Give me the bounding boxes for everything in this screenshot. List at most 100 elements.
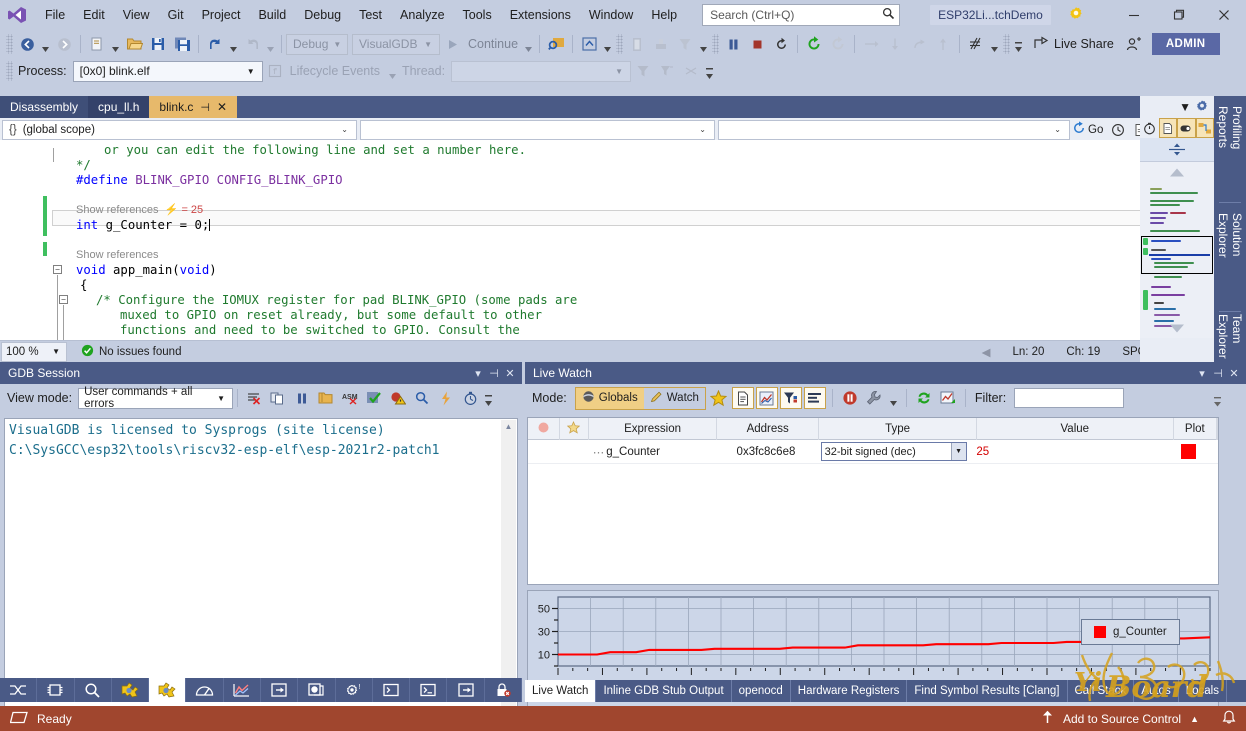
close-icon[interactable]: ✕ xyxy=(1226,364,1242,382)
attach-process-icon[interactable] xyxy=(544,32,568,56)
terminal2-icon[interactable] xyxy=(410,678,448,702)
minimap-splitter[interactable] xyxy=(1140,138,1214,162)
live-share-button[interactable]: Live Share xyxy=(1025,35,1122,53)
type-dropdown[interactable]: 32-bit signed (dec) ▼ xyxy=(820,442,967,461)
gear-icon[interactable] xyxy=(1195,99,1214,116)
scope-dropdown[interactable]: {} (global scope) ⌄ xyxy=(2,119,357,140)
column-expression[interactable]: Expression xyxy=(589,418,718,440)
asm-icon[interactable]: ASM xyxy=(338,386,362,410)
menu-item-git[interactable]: Git xyxy=(159,2,193,28)
scroll-up-icon[interactable]: ▲ xyxy=(501,420,516,431)
chevron-up-icon[interactable]: ▲ xyxy=(1190,714,1199,724)
toolbar-grip[interactable] xyxy=(712,34,720,54)
admin-badge[interactable]: ADMIN xyxy=(1151,33,1220,55)
profiler-icon[interactable] xyxy=(186,678,224,702)
lightning-icon[interactable] xyxy=(434,386,458,410)
column-plot[interactable]: Plot xyxy=(1174,418,1217,440)
save-icon[interactable] xyxy=(146,32,170,56)
chevron-down-icon[interactable]: ▾ xyxy=(1194,364,1210,382)
mode-globals-button[interactable]: Globals xyxy=(575,387,644,409)
bottom-tab-find-symbol-results[interactable]: Find Symbol Results [Clang] xyxy=(907,680,1068,702)
history-icon[interactable] xyxy=(1107,119,1129,140)
toolbar-overflow-icon[interactable] xyxy=(482,386,495,410)
close-icon[interactable]: ✕ xyxy=(217,100,227,114)
row-type-cell[interactable]: 32-bit signed (dec) ▼ xyxy=(817,440,973,464)
open-file-icon[interactable] xyxy=(122,32,146,56)
continue-dropdown-icon[interactable] xyxy=(522,32,535,56)
exit-icon[interactable] xyxy=(447,678,485,702)
editor-tab-blink-c[interactable]: blink.c ⊣ ✕ xyxy=(149,96,238,118)
toolbar-grip[interactable] xyxy=(1003,34,1011,54)
restore-icon[interactable] xyxy=(1156,0,1201,30)
dock-tab-profiling-reports[interactable]: Profiling Reports xyxy=(1214,96,1246,202)
extra-dropdown[interactable]: ⌄ xyxy=(718,119,1070,140)
menu-item-test[interactable]: Test xyxy=(350,2,391,28)
dock-tab-solution-explorer[interactable]: Solution Explorer xyxy=(1214,203,1246,311)
menu-item-tools[interactable]: Tools xyxy=(454,2,501,28)
shuffle-icon[interactable] xyxy=(0,678,38,702)
page-icon[interactable] xyxy=(1158,118,1177,138)
terminal-icon[interactable] xyxy=(373,678,411,702)
member-dropdown[interactable]: ⌄ xyxy=(360,119,715,140)
tag-icon[interactable] xyxy=(1177,118,1196,138)
navigate-back-icon[interactable] xyxy=(15,32,39,56)
fold-marker[interactable]: − xyxy=(53,265,62,274)
close-icon[interactable]: ✕ xyxy=(502,364,518,382)
row-plot-cell[interactable] xyxy=(1167,440,1210,464)
bottom-tab-autos[interactable]: Autos xyxy=(1134,680,1179,702)
issues-indicator[interactable]: No issues found xyxy=(67,344,181,360)
menu-item-view[interactable]: View xyxy=(114,2,159,28)
refresh-green-icon[interactable] xyxy=(913,387,935,409)
zoom-level-dropdown[interactable]: 100 % ▼ xyxy=(1,341,67,362)
codelens-label[interactable]: Show references xyxy=(76,204,159,216)
menu-item-build[interactable]: Build xyxy=(249,2,295,28)
window-icon[interactable] xyxy=(298,678,336,702)
lifecycle-dropdown-icon[interactable] xyxy=(386,59,399,83)
row-favorite-cell[interactable] xyxy=(559,440,588,464)
codelens-show-references[interactable]: Show references ⚡ = 25 xyxy=(52,203,1214,218)
save-all-icon[interactable] xyxy=(170,32,194,56)
graph-icon[interactable] xyxy=(755,387,778,409)
build-config-dropdown[interactable]: Debug ▼ xyxy=(286,33,348,55)
plot-legend[interactable]: g_Counter xyxy=(1081,619,1180,645)
hot-reload-dropdown-icon[interactable] xyxy=(601,32,614,56)
chevron-down-icon[interactable]: ▾ xyxy=(470,364,486,382)
export-icon[interactable] xyxy=(261,678,299,702)
clear-log-icon[interactable] xyxy=(242,386,266,410)
invite-user-icon[interactable] xyxy=(1122,32,1146,56)
graph-icon[interactable] xyxy=(224,678,261,702)
process-dropdown[interactable]: [0x0] blink.elf ▼ xyxy=(72,60,263,82)
scroll-left-icon[interactable]: ◀ xyxy=(982,345,991,359)
code-editor[interactable]: or you can edit the following line and s… xyxy=(0,140,1214,340)
toolbar-overflow-icon[interactable] xyxy=(697,32,710,56)
chevron-down-icon[interactable]: ▼ xyxy=(1175,100,1195,114)
pause-icon[interactable] xyxy=(721,32,745,56)
dock-tab-team-explorer[interactable]: Team Explorer xyxy=(1214,312,1246,360)
restart-icon[interactable] xyxy=(769,32,793,56)
refactor-icon[interactable] xyxy=(1195,118,1214,138)
chip-icon[interactable] xyxy=(37,678,75,702)
thread-dropdown[interactable]: ▼ xyxy=(451,60,632,82)
minimize-icon[interactable] xyxy=(1111,0,1156,30)
pin-icon[interactable]: ⊣ xyxy=(200,101,210,114)
editor-tab-disassembly[interactable]: Disassembly xyxy=(0,96,89,118)
toolbar-overflow-icon[interactable] xyxy=(1012,32,1025,56)
toolbar-overflow-icon[interactable] xyxy=(1214,396,1225,412)
codelens-label[interactable]: Show references xyxy=(76,249,159,261)
editor-tab-cpu-ll-h[interactable]: cpu_ll.h xyxy=(88,96,150,118)
new-file-icon[interactable] xyxy=(85,32,109,56)
sort-icon[interactable] xyxy=(803,387,826,409)
menu-item-analyze[interactable]: Analyze xyxy=(391,2,453,28)
editor-gutter[interactable] xyxy=(0,140,52,340)
scroll-up-icon[interactable] xyxy=(1169,166,1185,180)
bottom-tab-inline-gdb-stub-output[interactable]: Inline GDB Stub Output xyxy=(596,680,732,702)
bottom-tab-live-watch[interactable]: Live Watch xyxy=(525,680,597,702)
continue-button[interactable]: Continue xyxy=(464,37,522,51)
stop-icon[interactable] xyxy=(745,32,769,56)
close-icon[interactable] xyxy=(1201,0,1246,30)
wrench-icon[interactable] xyxy=(863,387,885,409)
refresh-green-icon[interactable] xyxy=(802,32,826,56)
navigate-back-dropdown-icon[interactable] xyxy=(39,32,52,56)
folder-icon[interactable] xyxy=(314,386,338,410)
search-icon[interactable] xyxy=(75,678,112,702)
